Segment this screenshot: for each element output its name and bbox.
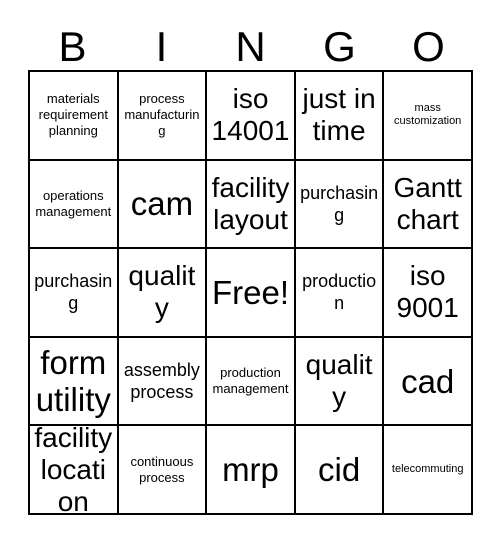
- bingo-cell-label: cad: [401, 362, 455, 400]
- bingo-cell-label: cam: [130, 185, 194, 223]
- bingo-cell[interactable]: purchasing: [295, 160, 385, 250]
- bingo-cell[interactable]: cid: [295, 426, 385, 515]
- bingo-cell[interactable]: operations management: [30, 160, 119, 250]
- bingo-cell[interactable]: continuous process: [118, 426, 208, 515]
- bingo-cell[interactable]: quality: [118, 249, 208, 338]
- bingo-cell-label: quality: [128, 260, 196, 324]
- bingo-free-space[interactable]: Free!: [207, 249, 296, 338]
- bingo-cell[interactable]: just in time: [295, 72, 385, 161]
- bingo-cell-label: operations management: [35, 187, 112, 219]
- bingo-cell[interactable]: quality: [295, 337, 385, 427]
- bingo-cell-label: quality: [305, 349, 373, 413]
- bingo-cell-label: Free!: [211, 273, 289, 311]
- header-letter-n: N: [235, 23, 266, 70]
- bingo-cell-label: facility location: [34, 426, 113, 515]
- bingo-header-row: B I N G O: [28, 16, 473, 70]
- bingo-cell[interactable]: mass customization: [384, 72, 473, 161]
- bingo-cell[interactable]: facility location: [30, 426, 119, 515]
- bingo-cell-label: form utility: [35, 344, 111, 419]
- bingo-cell[interactable]: purchasing: [30, 249, 119, 338]
- bingo-cell[interactable]: production: [295, 249, 385, 338]
- header-letter-g: G: [323, 23, 356, 70]
- bingo-cell[interactable]: telecommuting: [384, 426, 473, 515]
- header-letter-i: I: [155, 23, 168, 70]
- bingo-cell-label: cid: [318, 451, 361, 489]
- bingo-grid: materials requirement planning process ma…: [28, 70, 473, 515]
- bingo-cell-label: iso 14001: [211, 83, 290, 147]
- bingo-cell-label: facility layout: [211, 171, 290, 235]
- bingo-cell-label: materials requirement planning: [38, 91, 108, 139]
- bingo-cell[interactable]: production management: [207, 337, 296, 427]
- bingo-cell-label: process manufacturing: [124, 91, 200, 139]
- bingo-cell-label: production: [302, 271, 377, 314]
- bingo-cell-label: continuous process: [130, 453, 194, 485]
- bingo-cell-label: purchasing: [34, 271, 113, 314]
- bingo-cell[interactable]: form utility: [30, 337, 119, 427]
- bingo-cell[interactable]: process manufacturing: [118, 72, 208, 161]
- bingo-cell[interactable]: iso 9001: [384, 249, 473, 338]
- header-letter-b: B: [58, 23, 87, 70]
- bingo-cell[interactable]: iso 14001: [207, 72, 296, 161]
- header-letter-o: O: [412, 23, 445, 70]
- bingo-card: B I N G O materials requirement planning…: [0, 0, 500, 544]
- bingo-cell-label: production management: [212, 365, 289, 397]
- bingo-cell[interactable]: mrp: [207, 426, 296, 515]
- bingo-cell[interactable]: cam: [118, 160, 208, 250]
- bingo-cell[interactable]: assembly process: [118, 337, 208, 427]
- bingo-cell-label: mass customization: [394, 101, 462, 128]
- bingo-cell-label: just in time: [302, 83, 376, 147]
- bingo-cell-label: purchasing: [300, 182, 379, 225]
- bingo-cell[interactable]: Gantt chart: [384, 160, 473, 250]
- bingo-cell-label: Gantt chart: [393, 171, 462, 235]
- bingo-cell-label: iso 9001: [396, 260, 459, 324]
- bingo-cell-label: mrp: [222, 451, 279, 489]
- bingo-cell[interactable]: cad: [384, 337, 473, 427]
- bingo-cell-label: telecommuting: [391, 462, 464, 475]
- bingo-cell-label: assembly process: [123, 360, 200, 403]
- bingo-cell[interactable]: materials requirement planning: [30, 72, 119, 161]
- bingo-cell[interactable]: facility layout: [207, 160, 296, 250]
